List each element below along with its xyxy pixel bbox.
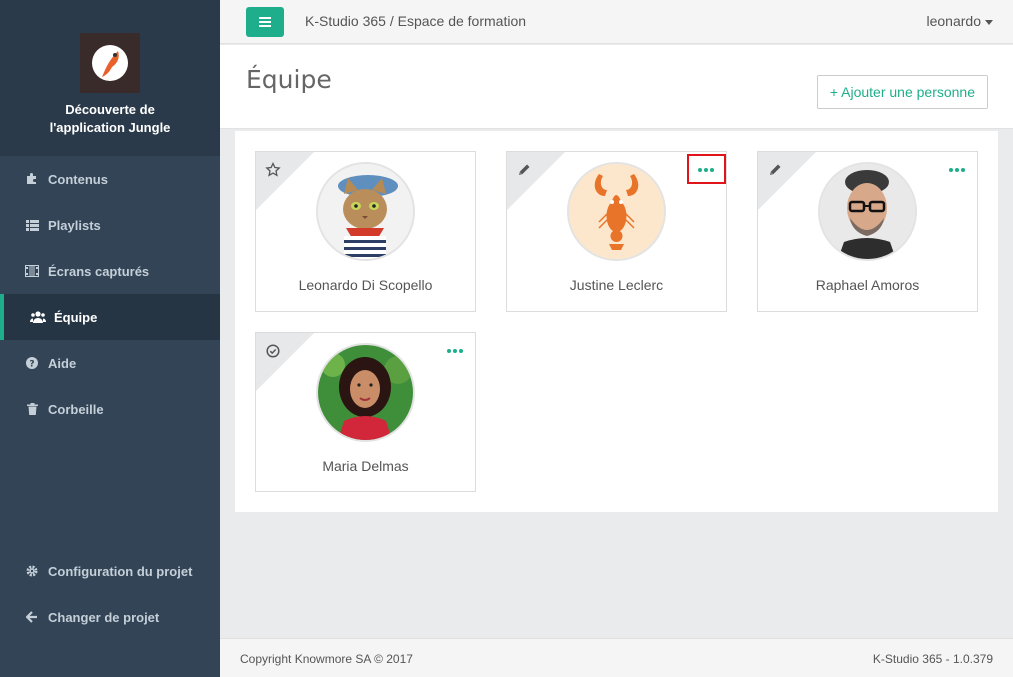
card-corner <box>758 152 816 210</box>
gear-icon <box>24 565 40 577</box>
member-name: Maria Delmas <box>322 458 409 474</box>
card-corner <box>256 152 314 210</box>
sidebar-item-label: Playlists <box>48 217 101 233</box>
card-corner <box>507 152 565 210</box>
question-circle-icon: ? <box>24 357 40 369</box>
pencil-icon[interactable] <box>767 162 783 178</box>
project-title-line1: Découverte de <box>65 102 155 117</box>
team-panel: Leonardo Di Scopello Justine Leclerc Rap… <box>235 131 998 512</box>
more-options-icon[interactable] <box>447 347 463 355</box>
user-name: leonardo <box>926 13 982 29</box>
avatar <box>567 162 666 261</box>
avatar <box>818 162 917 261</box>
star-icon[interactable] <box>265 162 281 178</box>
sidebar-item-ecrans[interactable]: Écrans capturés <box>0 248 220 294</box>
breadcrumb: K-Studio 365 / Espace de formation <box>305 13 527 29</box>
copyright-text: Copyright Knowmore SA © 2017 <box>240 652 413 666</box>
svg-text:?: ? <box>29 360 34 370</box>
sidebar-item-label: Contenus <box>48 171 108 187</box>
project-title: Découverte de l'application Jungle <box>0 101 220 137</box>
puzzle-icon <box>24 173 40 185</box>
member-card[interactable]: Maria Delmas <box>255 332 476 492</box>
hamburger-icon <box>259 17 271 27</box>
card-corner <box>256 333 314 391</box>
more-options-icon[interactable] <box>949 166 965 174</box>
project-title-line2: l'application Jungle <box>49 120 171 135</box>
sidebar-item-contenus[interactable]: Contenus <box>0 156 220 202</box>
sidebar-item-changer-projet[interactable]: Changer de projet <box>0 594 220 640</box>
film-icon <box>24 265 40 277</box>
sidebar: Découverte de l'application Jungle Conte… <box>0 0 220 677</box>
avatar <box>316 343 415 442</box>
sidebar-item-label: Changer de projet <box>48 609 160 625</box>
sidebar-header: Découverte de l'application Jungle <box>0 0 220 156</box>
check-circle-icon[interactable] <box>265 343 281 359</box>
member-card[interactable]: Raphael Amoros <box>757 151 978 312</box>
sidebar-item-label: Équipe <box>54 309 98 325</box>
users-icon <box>30 311 46 323</box>
sidebar-item-configuration[interactable]: Configuration du projet <box>0 548 220 594</box>
sidebar-item-corbeille[interactable]: Corbeille <box>0 386 220 432</box>
sidebar-item-playlists[interactable]: Playlists <box>0 202 220 248</box>
avatar <box>316 162 415 261</box>
project-logo[interactable] <box>80 33 140 93</box>
member-card[interactable]: Leonardo Di Scopello <box>255 151 476 312</box>
member-card[interactable]: Justine Leclerc <box>506 151 727 312</box>
pencil-icon[interactable] <box>516 162 532 178</box>
user-menu[interactable]: leonardo <box>926 13 993 29</box>
sidebar-item-label: Corbeille <box>48 401 104 417</box>
add-person-button[interactable]: + Ajouter une personne <box>816 75 988 109</box>
topbar: K-Studio 365 / Espace de formation leona… <box>220 0 1013 44</box>
list-icon <box>24 219 40 231</box>
sidebar-item-aide[interactable]: ? Aide <box>0 340 220 386</box>
member-name: Raphael Amoros <box>815 277 920 293</box>
version-text: K-Studio 365 - 1.0.379 <box>872 652 993 666</box>
page-title: Équipe <box>246 65 332 94</box>
member-name: Leonardo Di Scopello <box>298 277 433 293</box>
page-header: Équipe + Ajouter une personne <box>220 45 1013 129</box>
footer: Copyright Knowmore SA © 2017 K-Studio 36… <box>220 638 1013 677</box>
trash-icon <box>24 403 40 415</box>
sidebar-item-label: Configuration du projet <box>48 563 193 579</box>
arrow-left-icon <box>24 611 40 623</box>
sidebar-item-equipe[interactable]: Équipe <box>0 294 220 340</box>
sidebar-item-label: Écrans capturés <box>48 263 150 279</box>
sidebar-item-label: Aide <box>48 355 77 371</box>
sidebar-bottom-nav: Configuration du projet Changer de proje… <box>0 548 220 640</box>
sidebar-nav: Contenus Playlists Écrans capturés Équip… <box>0 156 220 432</box>
caret-down-icon <box>985 19 993 25</box>
member-name: Justine Leclerc <box>569 277 664 293</box>
highlight-box <box>687 154 726 184</box>
menu-toggle-button[interactable] <box>246 7 284 37</box>
